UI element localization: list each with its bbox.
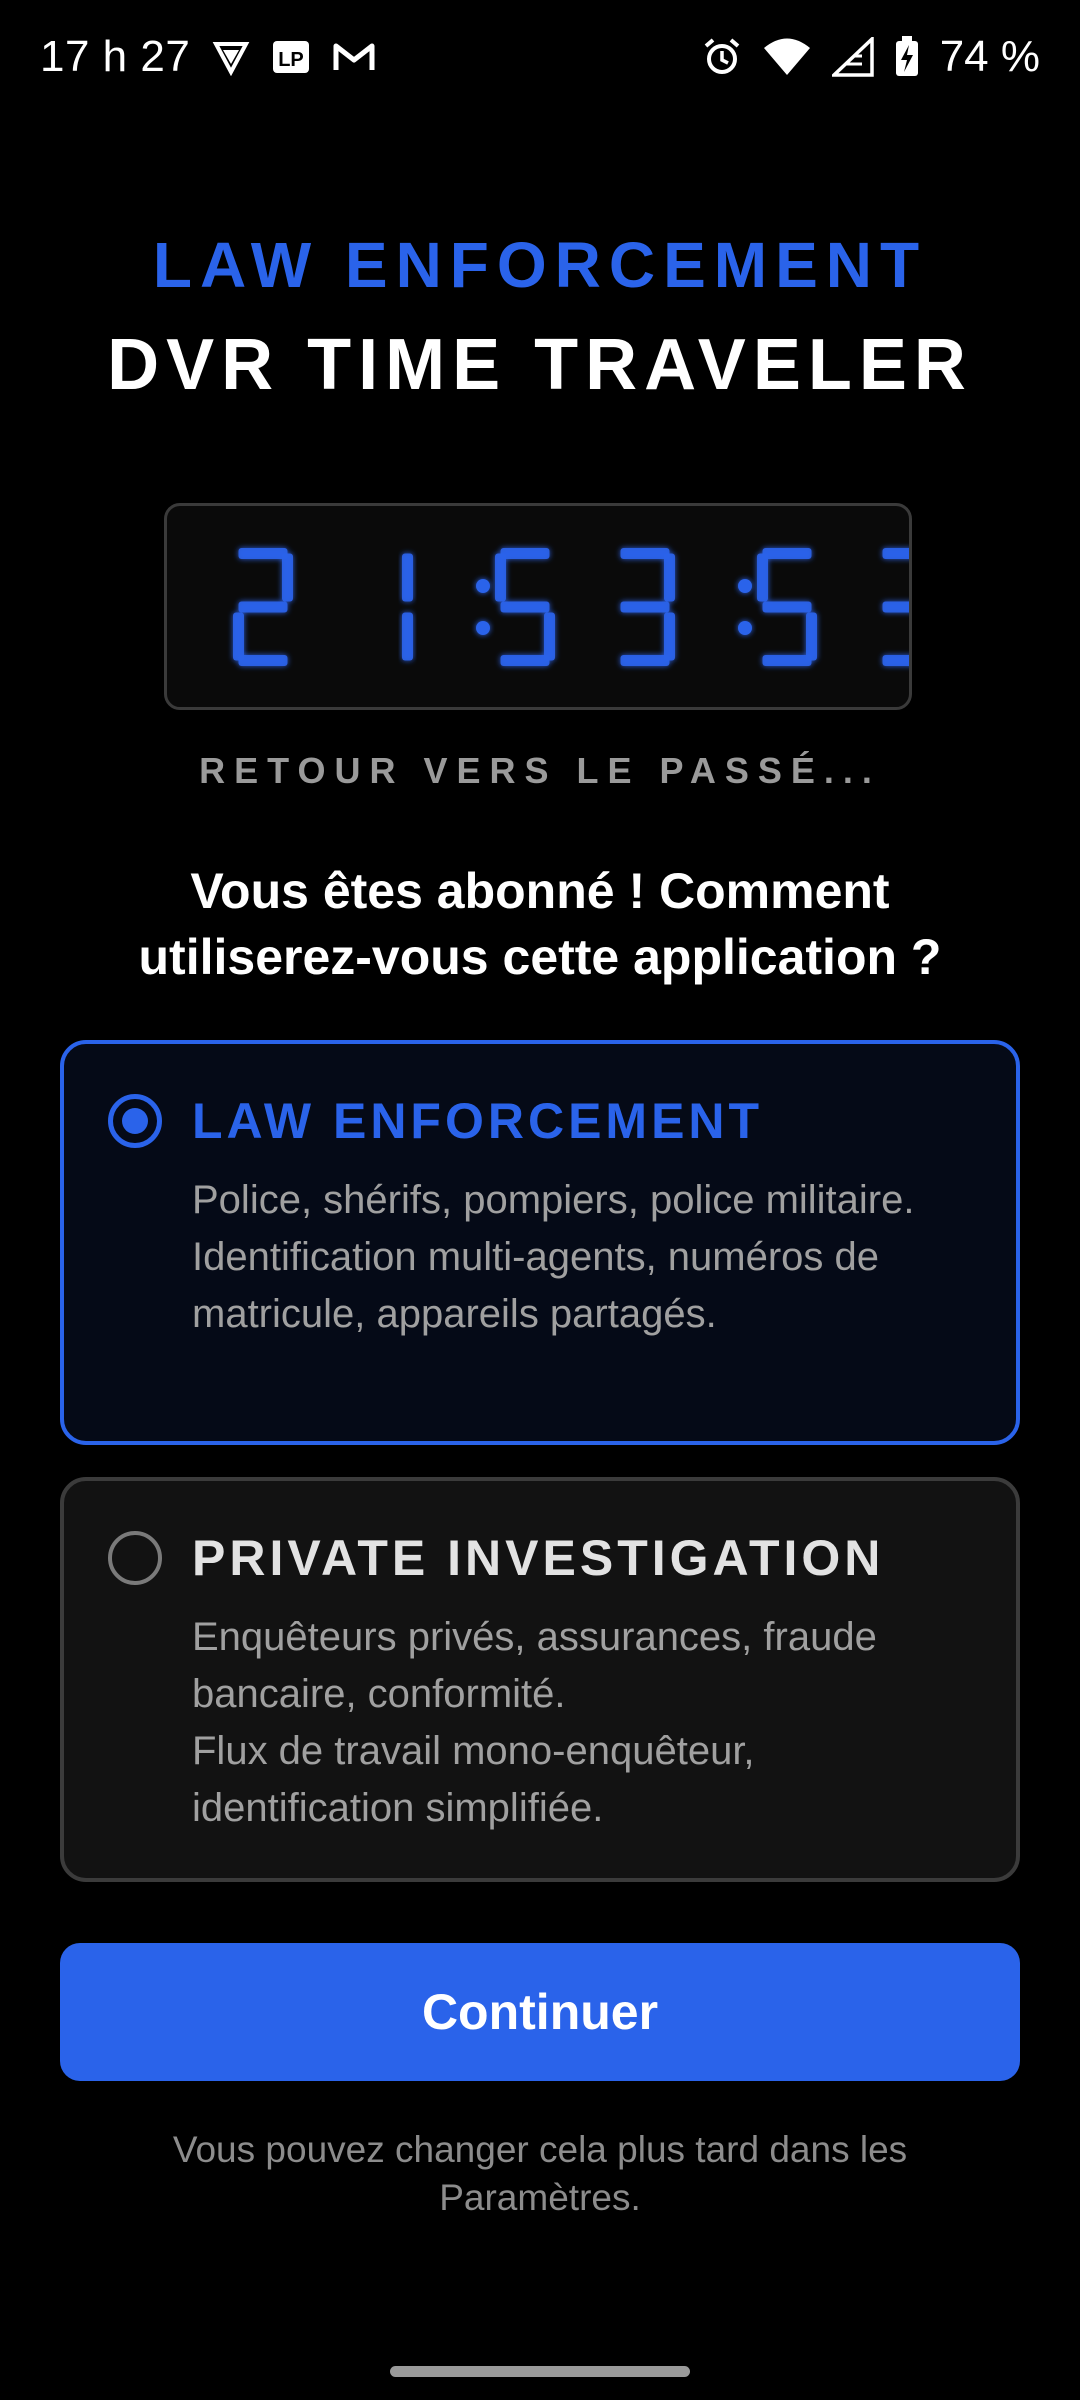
option-description: Police, shérifs, pompiers, police milita… [192,1172,982,1343]
option-description: Enquêteurs privés, assurances, fraude ba… [192,1609,982,1837]
option-title: PRIVATE INVESTIGATION [192,1530,885,1586]
vpn-shield-icon [212,38,250,76]
radio-selected-icon[interactable] [108,1094,162,1148]
clock-digit [495,548,555,666]
app-title: DVR TIME TRAVELER [107,325,973,405]
option-description-line: Identification multi-agents, numéros de … [192,1235,880,1336]
lp-app-icon: LP [272,38,310,76]
question-line-1: Vous êtes abonné ! Comment [190,863,890,919]
clock-colon-dot [476,621,490,635]
svg-text:LP: LP [279,49,305,71]
option-description-line: Police, shérifs, pompiers, police milita… [192,1178,915,1222]
seven-segment-clock [233,548,909,666]
home-indicator[interactable] [390,2366,690,2377]
signal-icon [831,37,874,77]
option-description-line: Enquêteurs privés, assurances, fraude ba… [192,1615,877,1716]
settings-footnote: Vous pouvez changer cela plus tard dans … [172,2129,908,2218]
radio-unselected-icon[interactable] [108,1531,162,1585]
battery-percentage: 74 % [939,32,1040,81]
option-card-private-investigation[interactable]: PRIVATE INVESTIGATION Enquêteurs privés,… [60,1477,1020,1882]
option-card-law-enforcement[interactable]: LAW ENFORCEMENT Police, shérifs, pompier… [60,1040,1020,1445]
clock-colon-dot [738,579,752,593]
clock-digit [233,548,293,666]
status-bar: 17 h 27 LP 74 % [0,0,1080,125]
clock-digit [620,548,675,666]
continue-button[interactable]: Continuer [60,1943,1020,2081]
gmail-icon [332,38,376,76]
clock-digit [402,553,413,661]
clock-digit [757,548,817,666]
clock-colon-dot [476,579,490,593]
option-title: LAW ENFORCEMENT [192,1093,764,1149]
dvr-clock-display [164,503,912,710]
clock-caption: RETOUR VERS LE PASSÉ... [199,750,881,791]
option-description-line: Flux de travail mono-enquêteur, identifi… [192,1729,755,1830]
usage-question: Vous êtes abonné ! Comment utiliserez-vo… [60,858,1020,990]
status-left: 17 h 27 LP [40,32,376,82]
status-right: 74 % [702,32,1040,82]
brand-line-law-enforcement: LAW ENFORCEMENT [152,229,928,301]
clock-colon-dot [738,621,752,635]
clock-digit [882,548,909,666]
battery-charging-icon [894,36,920,78]
wifi-icon [762,37,812,77]
question-line-2: utiliserez-vous cette application ? [138,929,942,985]
alarm-icon [702,37,742,77]
status-time: 17 h 27 [40,32,191,81]
